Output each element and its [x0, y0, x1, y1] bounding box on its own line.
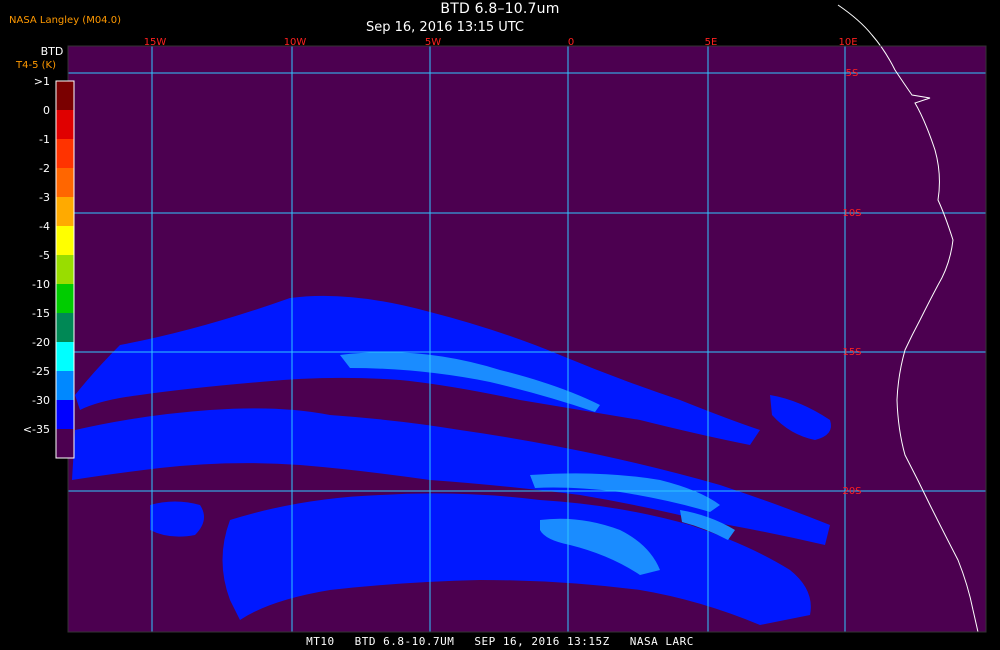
legend-swatch — [56, 429, 74, 458]
color-legend: >1 0 -1 -2 -3 -4 -5 -10 -15 -20 -25 -30 <-35 — [23, 75, 75, 459]
footer-datetime: SEP 16, 2016 13:15Z — [474, 634, 610, 648]
legend-label: <-35 — [23, 423, 50, 436]
legend-swatch — [56, 168, 74, 197]
legend-label: -15 — [32, 307, 50, 320]
footer-bar: MT10 BTD 6.8-10.7UM SEP 16, 2016 13:15Z … — [0, 632, 1000, 650]
lat-label: 20S — [842, 486, 861, 497]
legend-units: T4-5 (K) — [16, 60, 56, 71]
legend-swatch — [56, 81, 74, 110]
legend-title: BTD — [40, 45, 64, 58]
legend-swatch — [56, 139, 74, 168]
footer-source: NASA LARC — [629, 634, 694, 648]
legend-swatch — [56, 371, 74, 400]
legend-label: -5 — [39, 249, 50, 262]
legend-swatch — [56, 342, 74, 371]
satellite-map: 15W 10W 5W 0 5E 10E5S10S15S20S >10-1-2-3-4-5-… — [23, 4, 987, 633]
cloud-patch-west — [150, 501, 204, 537]
legend-swatch — [56, 313, 74, 342]
lat-label: 5S — [846, 68, 859, 79]
legend-label: -2 — [39, 162, 50, 175]
map-panel: 15W 10W 5W 0 5E 10E 5S 10S 15S 20S >1 0 -1 -2 -3 -4 -5-… — [0, 0, 1000, 650]
legend-swatch — [56, 284, 74, 313]
legend-swatch — [56, 226, 74, 255]
legend-swatch — [56, 197, 74, 226]
lat-label: 15S — [842, 347, 861, 358]
legend-label: -4 — [39, 220, 50, 233]
legend-label: >1 — [34, 75, 50, 88]
satellite-image-page: NASA Langley (M04.0) BTD 6.8–10.7um Sep … — [0, 0, 1000, 650]
legend-label: -1 — [39, 133, 50, 146]
legend-label: -30 — [32, 394, 50, 407]
legend-label: -10 — [32, 278, 50, 291]
legend-label: 0 — [43, 104, 50, 117]
footer-product: BTD 6.8-10.7UM — [354, 634, 455, 648]
legend-label: -3 — [39, 191, 50, 204]
legend-swatch — [56, 255, 74, 284]
legend-swatch — [56, 110, 74, 139]
footer-satellite: MT10 — [306, 634, 335, 648]
legend-label: -25 — [32, 365, 50, 378]
legend-label: -20 — [32, 336, 50, 349]
legend-swatch — [56, 400, 74, 429]
lat-label: 10S — [842, 208, 861, 219]
